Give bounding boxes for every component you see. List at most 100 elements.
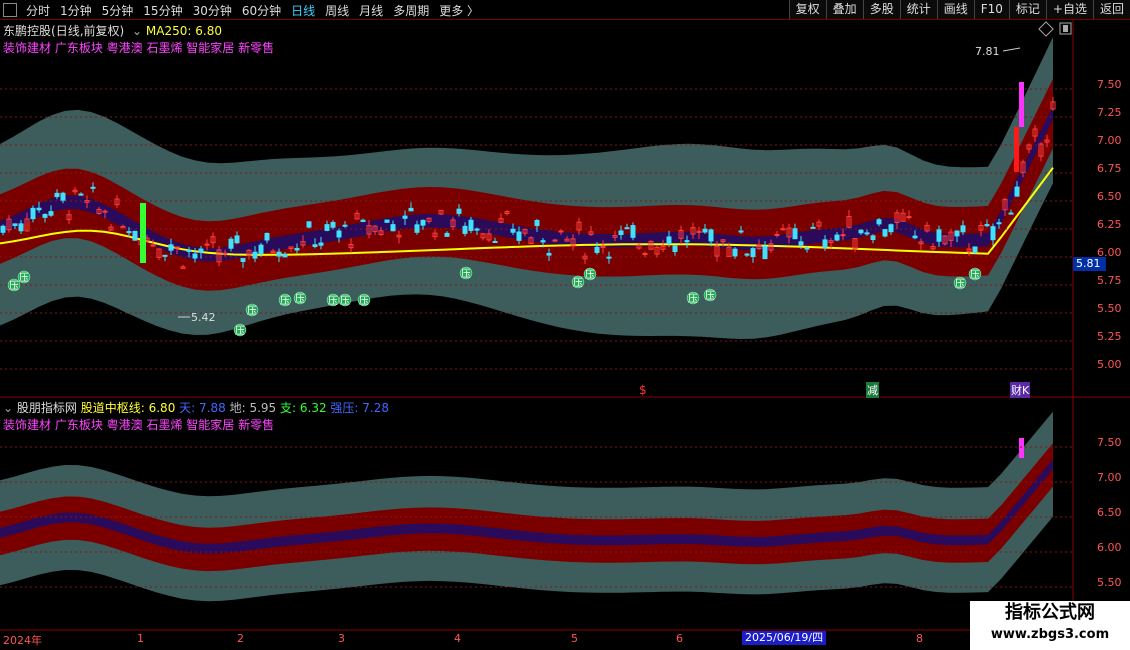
ind-y-tick: 6.50 <box>1097 506 1122 519</box>
ground-label: 地: <box>229 401 246 415</box>
pressure-marker-text: 压 <box>955 278 965 290</box>
candle-body <box>444 232 450 237</box>
x-tick: 2 <box>237 632 244 645</box>
indicator-name: 股道中枢线: <box>80 401 145 415</box>
candle-body <box>624 227 630 230</box>
candle-body <box>864 232 870 235</box>
candle-body <box>606 256 612 259</box>
candle-body <box>330 221 336 228</box>
candle-body <box>252 251 258 259</box>
main-price-bands <box>0 37 1054 339</box>
candle-body <box>546 252 552 256</box>
support-value: 6.32 <box>299 401 327 415</box>
y-tick: 6.50 <box>1097 190 1122 203</box>
candle-body <box>912 235 918 239</box>
x-tick: 6 <box>676 632 683 645</box>
red-signal-bar <box>1014 127 1019 172</box>
candle-body <box>408 207 414 212</box>
candle-body <box>90 186 96 189</box>
pressure-marker-text: 压 <box>688 293 698 305</box>
y-tick: 7.00 <box>1097 134 1122 147</box>
candle-body <box>618 230 624 236</box>
candle-body <box>540 240 546 243</box>
candle-body <box>666 236 672 244</box>
ma-value: 6.80 <box>195 24 222 38</box>
candle-body <box>48 211 54 216</box>
candle-body <box>462 225 468 234</box>
candle-body <box>984 224 990 227</box>
sector-tags: 装饰建材 广东板块 粤港澳 石墨烯 智能家居 新零售 <box>3 41 275 55</box>
dropdown-icon[interactable]: ⌄ <box>132 24 142 38</box>
pressure-marker-text: 压 <box>340 295 350 307</box>
pressure-label: 强压: <box>330 401 359 415</box>
candle-body <box>996 222 1002 225</box>
candle-body <box>732 248 738 257</box>
candle-body <box>810 226 816 229</box>
candle-body <box>126 231 132 234</box>
candle-body <box>876 219 882 225</box>
kline-chart[interactable]: 压压压压压压压压压压压压压 压压压 <box>0 0 1130 650</box>
candle-body <box>858 229 864 234</box>
candle-body <box>840 234 846 237</box>
candle-body <box>60 192 66 201</box>
indicator-bands <box>0 411 1053 602</box>
candle-body <box>516 231 522 241</box>
signal-financial: 财K <box>1010 382 1031 398</box>
candle-body <box>630 225 636 238</box>
candle-body <box>780 228 786 231</box>
candle-body <box>762 246 768 260</box>
candle-body <box>492 240 498 243</box>
candle-body <box>318 242 324 246</box>
candle-body <box>312 244 318 248</box>
candle-body <box>420 219 426 226</box>
indicator-dropdown-icon[interactable]: ⌄ <box>3 401 13 415</box>
candle-body <box>870 235 876 241</box>
pressure-value: 7.28 <box>362 401 390 415</box>
candle-body <box>792 228 798 240</box>
pressure-marker-text: 压 <box>295 293 305 305</box>
high-arrow <box>1002 47 1021 52</box>
candle-body <box>882 229 888 237</box>
x-tick: 4 <box>454 632 461 645</box>
candle-body <box>798 241 804 246</box>
x-tick: 8 <box>916 632 923 645</box>
candle-body <box>234 235 240 244</box>
ind-y-tick: 7.50 <box>1097 436 1122 449</box>
candle-body <box>510 228 516 233</box>
candle-body <box>132 230 138 241</box>
candle-body <box>468 219 474 231</box>
candle-body <box>684 240 690 243</box>
pressure-marker-text: 压 <box>461 268 471 280</box>
candle-body <box>936 229 942 242</box>
sky-label: 天: <box>179 401 196 415</box>
pressure-marker-text: 压 <box>19 272 29 284</box>
ma-label: MA250: <box>145 24 192 38</box>
sky-value: 7.88 <box>199 401 226 415</box>
candle-body <box>264 232 270 241</box>
current-price-tag: 5.81 <box>1073 257 1106 271</box>
candle-body <box>888 224 894 233</box>
stock-name: 东鹏控股 <box>3 24 52 38</box>
candle-body <box>240 258 246 262</box>
y-tick: 7.25 <box>1097 106 1122 119</box>
ind-y-tick: 6.00 <box>1097 541 1122 554</box>
signal-reduce: 减 <box>866 382 879 398</box>
y-tick: 6.25 <box>1097 218 1122 231</box>
candle-body <box>552 239 558 242</box>
price-mode: (日线,前复权) <box>51 24 125 38</box>
ind-y-tick: 7.00 <box>1097 471 1122 484</box>
y-tick: 5.75 <box>1097 274 1122 287</box>
high-annotation: 7.81 <box>975 45 1000 58</box>
candle-body <box>222 252 228 255</box>
candle-body <box>600 245 606 248</box>
candle-body <box>228 238 234 249</box>
green-signal-bar <box>140 203 146 263</box>
diamond-icon[interactable] <box>1038 21 1054 37</box>
candle-body <box>1008 212 1014 215</box>
candle-body <box>258 244 264 255</box>
candle-body <box>342 224 348 227</box>
crosshair-date: 2025/06/19/四 <box>742 631 827 645</box>
signal-dollar: $ <box>639 383 647 397</box>
magenta-signal-bar <box>1019 82 1024 127</box>
candle-body <box>198 248 204 253</box>
